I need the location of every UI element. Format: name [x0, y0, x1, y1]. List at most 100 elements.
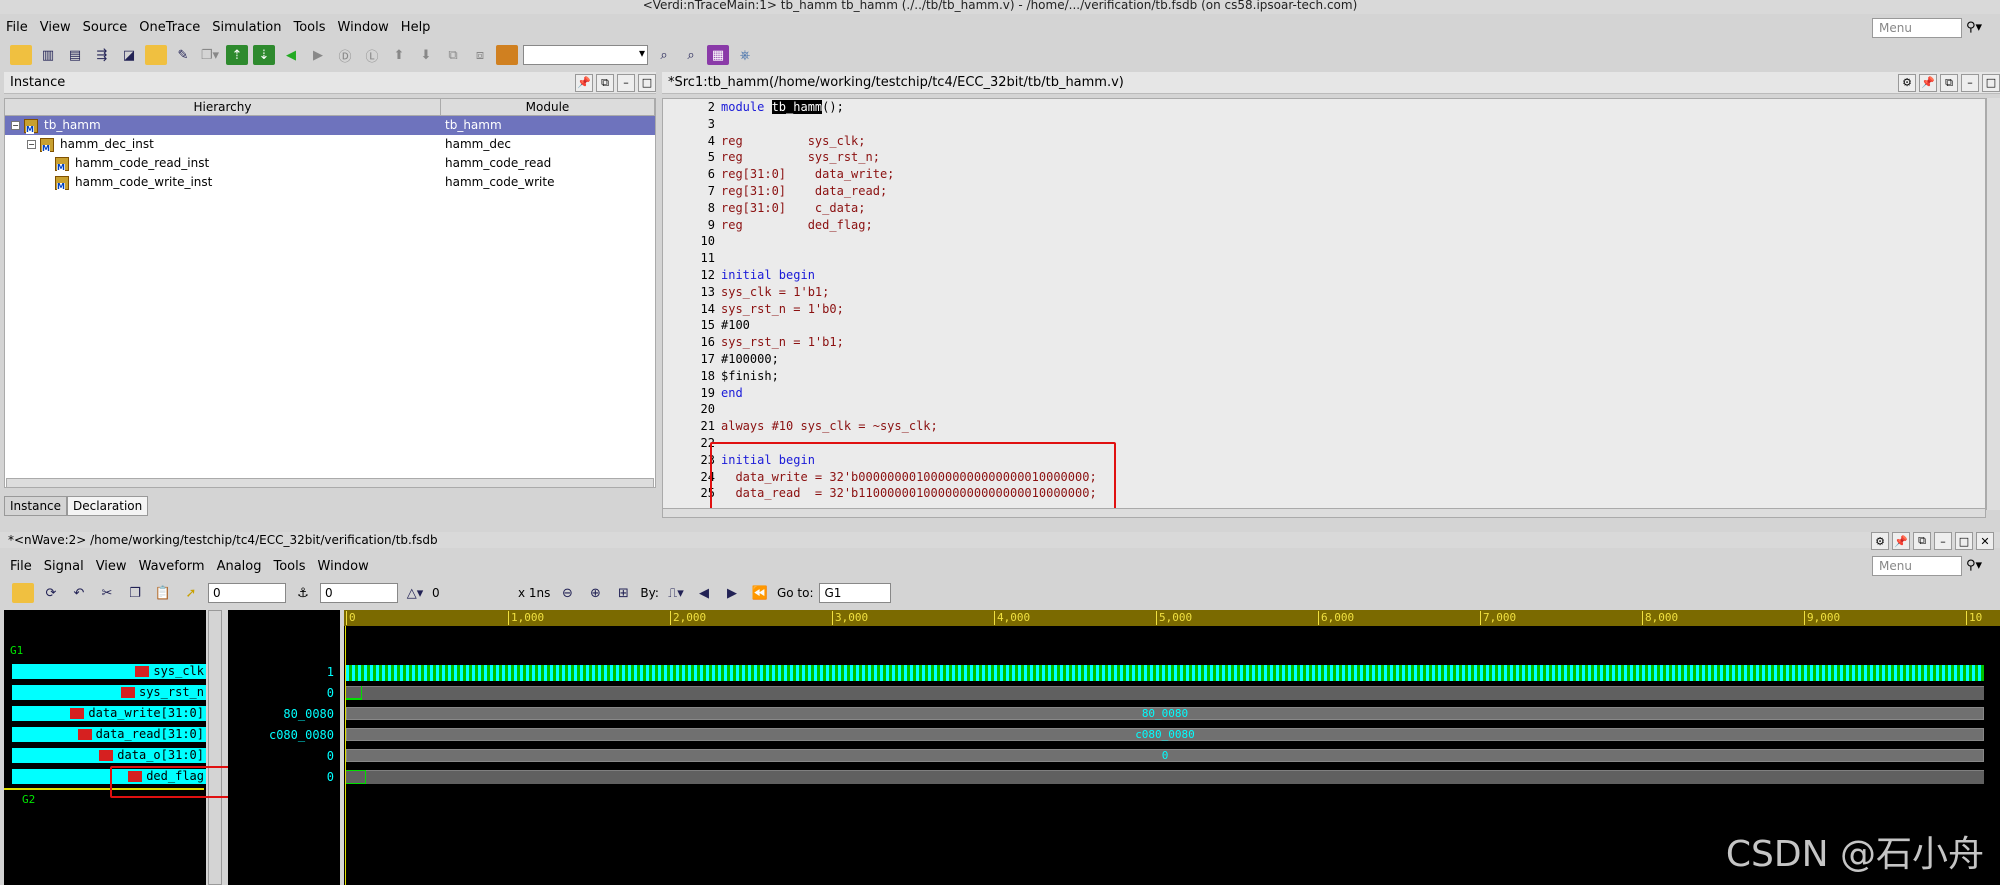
time-ruler[interactable]: 0 1,000 2,000 3,000 4,000 5,000 6,000 7,… [344, 610, 2000, 626]
marker-icon[interactable]: ⚓ [292, 583, 314, 603]
back-arrow-icon[interactable]: ◀ [280, 45, 302, 65]
load-l-icon[interactable]: Ⓛ [361, 45, 383, 65]
forward-arrow-icon[interactable]: ▶ [307, 45, 329, 65]
trace-load-icon[interactable]: ⇣ [253, 45, 275, 65]
back-icon[interactable]: ⏪ [749, 583, 771, 603]
signal-name-pane[interactable]: G1 sys_clk sys_rst_n data_write[31:0] da… [4, 610, 206, 885]
menu-window[interactable]: Window [338, 20, 389, 35]
undock-icon[interactable]: ⧉ [1913, 532, 1931, 550]
pin-icon[interactable]: 📌 [575, 73, 593, 92]
goto-select[interactable]: G1 [819, 583, 892, 603]
tab-instance[interactable]: Instance [4, 496, 68, 516]
bookmark-icon[interactable] [496, 45, 518, 65]
prev-edge-icon[interactable]: ◀ [693, 583, 715, 603]
flow-view-icon[interactable]: ▤ [64, 45, 86, 65]
new-schematic-icon[interactable]: ▥ [37, 45, 59, 65]
col-hierarchy[interactable]: Hierarchy [5, 99, 441, 115]
settings-gear-icon[interactable]: ⚙ [1871, 532, 1889, 550]
state-machine-icon[interactable]: ◪ [118, 45, 140, 65]
signal-vscrollbar[interactable] [208, 610, 222, 885]
menu-waveform[interactable]: Waveform [139, 559, 205, 574]
down-icon[interactable]: ⬇ [415, 45, 437, 65]
net-icon[interactable]: ⧉ [442, 45, 464, 65]
open-folder-icon[interactable] [12, 583, 34, 603]
zoom-in-icon[interactable]: ⊕ [584, 583, 606, 603]
connectivity-icon[interactable]: ⧈ [469, 45, 491, 65]
signal-row[interactable]: data_write[31:0] [12, 706, 206, 721]
minimize-icon[interactable]: – [1934, 532, 1952, 550]
undock-icon[interactable]: ⧉ [1940, 73, 1958, 92]
collapse-icon[interactable]: − [11, 121, 20, 130]
up-icon[interactable]: ⬆ [388, 45, 410, 65]
cursor-icon[interactable]: ➚ [180, 583, 202, 603]
zoom-fit-icon[interactable]: ⊞ [612, 583, 634, 603]
menu-signal[interactable]: Signal [44, 559, 84, 574]
copy-icon[interactable]: ❐ [124, 583, 146, 603]
tab-declaration[interactable]: Declaration [67, 496, 149, 516]
hierarchy-row-tb-hamm[interactable]: − tb_hamm tb_hamm [5, 116, 655, 135]
signal-row[interactable]: data_o[31:0] [12, 748, 206, 763]
hierarchy-row-hamm-code-read-inst[interactable]: hamm_code_read_inst hamm_code_read [5, 154, 655, 173]
maximize-icon[interactable]: □ [1955, 532, 1973, 550]
menu-view[interactable]: View [96, 559, 127, 574]
collapse-icon[interactable]: − [27, 140, 36, 149]
debug-icon[interactable]: ▦ [707, 45, 729, 65]
settings-gear-icon[interactable]: ⚙ [1898, 73, 1916, 92]
folder-icon[interactable] [145, 45, 167, 65]
copy-icon[interactable]: ❐▾ [199, 45, 221, 65]
next-edge-icon[interactable]: ▶ [721, 583, 743, 603]
rtl-icon[interactable]: ⎈ [734, 45, 756, 65]
close-icon[interactable]: ✕ [1976, 532, 1994, 550]
hierarchy-hscrollbar[interactable] [6, 478, 654, 488]
menu-search-input[interactable]: Menu [1872, 18, 1962, 38]
undock-icon[interactable]: ⧉ [596, 73, 614, 92]
pin-icon[interactable]: 📌 [1919, 73, 1937, 92]
menu-simulation[interactable]: Simulation [212, 20, 281, 35]
maximize-icon[interactable]: □ [638, 73, 656, 92]
source-vscrollbar[interactable] [1986, 98, 2000, 510]
find-icon[interactable]: ⌕ [653, 45, 675, 65]
marker-time-input[interactable]: 0 [320, 583, 398, 603]
minimize-icon[interactable]: – [1961, 73, 1979, 92]
nwave-menu-search-input[interactable]: Menu [1872, 556, 1962, 576]
group-label-g2[interactable]: G2 [22, 793, 35, 806]
source-hscrollbar[interactable] [662, 508, 1986, 518]
menu-help[interactable]: Help [401, 20, 431, 35]
zoom-out-icon[interactable]: ⊖ [556, 583, 578, 603]
menu-tools[interactable]: Tools [273, 559, 305, 574]
search-icon[interactable]: ⚲▾ [1966, 558, 1982, 573]
menu-analog[interactable]: Analog [217, 559, 262, 574]
edit-icon[interactable]: ✎ [172, 45, 194, 65]
time-cursor-line[interactable] [345, 626, 346, 885]
menu-onetrace[interactable]: OneTrace [139, 20, 200, 35]
reload-icon[interactable]: ⟳ [40, 583, 62, 603]
menu-window[interactable]: Window [318, 559, 369, 574]
driver-d-icon[interactable]: Ⓓ [334, 45, 356, 65]
menu-file[interactable]: File [6, 20, 28, 35]
cut-icon[interactable]: ✂ [96, 583, 118, 603]
hierarchy-row-hamm-dec-inst[interactable]: − hamm_dec_inst hamm_dec [5, 135, 655, 154]
signal-row[interactable]: sys_rst_n [12, 685, 206, 700]
signal-row[interactable]: sys_clk [12, 664, 206, 679]
signal-row[interactable]: data_read[31:0] [12, 727, 206, 742]
cursor-time-input[interactable]: 0 [208, 583, 286, 603]
trace-driver-icon[interactable]: ⇡ [226, 45, 248, 65]
menu-view[interactable]: View [40, 20, 71, 35]
menu-tools[interactable]: Tools [294, 20, 326, 35]
search-by-icon[interactable]: ⎍▾ [665, 583, 687, 603]
find-next-icon[interactable]: ⌕ [680, 45, 702, 65]
search-icon[interactable]: ⚲▾ [1966, 20, 1982, 35]
minimize-icon[interactable]: – [617, 73, 635, 92]
hierarchy-icon[interactable]: ⇶ [91, 45, 113, 65]
hierarchy-row-hamm-code-write-inst[interactable]: hamm_code_write_inst hamm_code_write [5, 173, 655, 192]
menu-source[interactable]: Source [83, 20, 128, 35]
maximize-icon[interactable]: □ [1982, 73, 2000, 92]
undo-icon[interactable]: ↶ [68, 583, 90, 603]
group-label-g1[interactable]: G1 [10, 644, 23, 657]
pin-icon[interactable]: 📌 [1892, 532, 1910, 550]
open-folder-icon[interactable] [10, 45, 32, 65]
search-combo[interactable] [523, 45, 648, 65]
delta-icon[interactable]: △▾ [404, 583, 426, 603]
paste-icon[interactable]: 📋 [152, 583, 174, 603]
col-module[interactable]: Module [441, 99, 655, 115]
